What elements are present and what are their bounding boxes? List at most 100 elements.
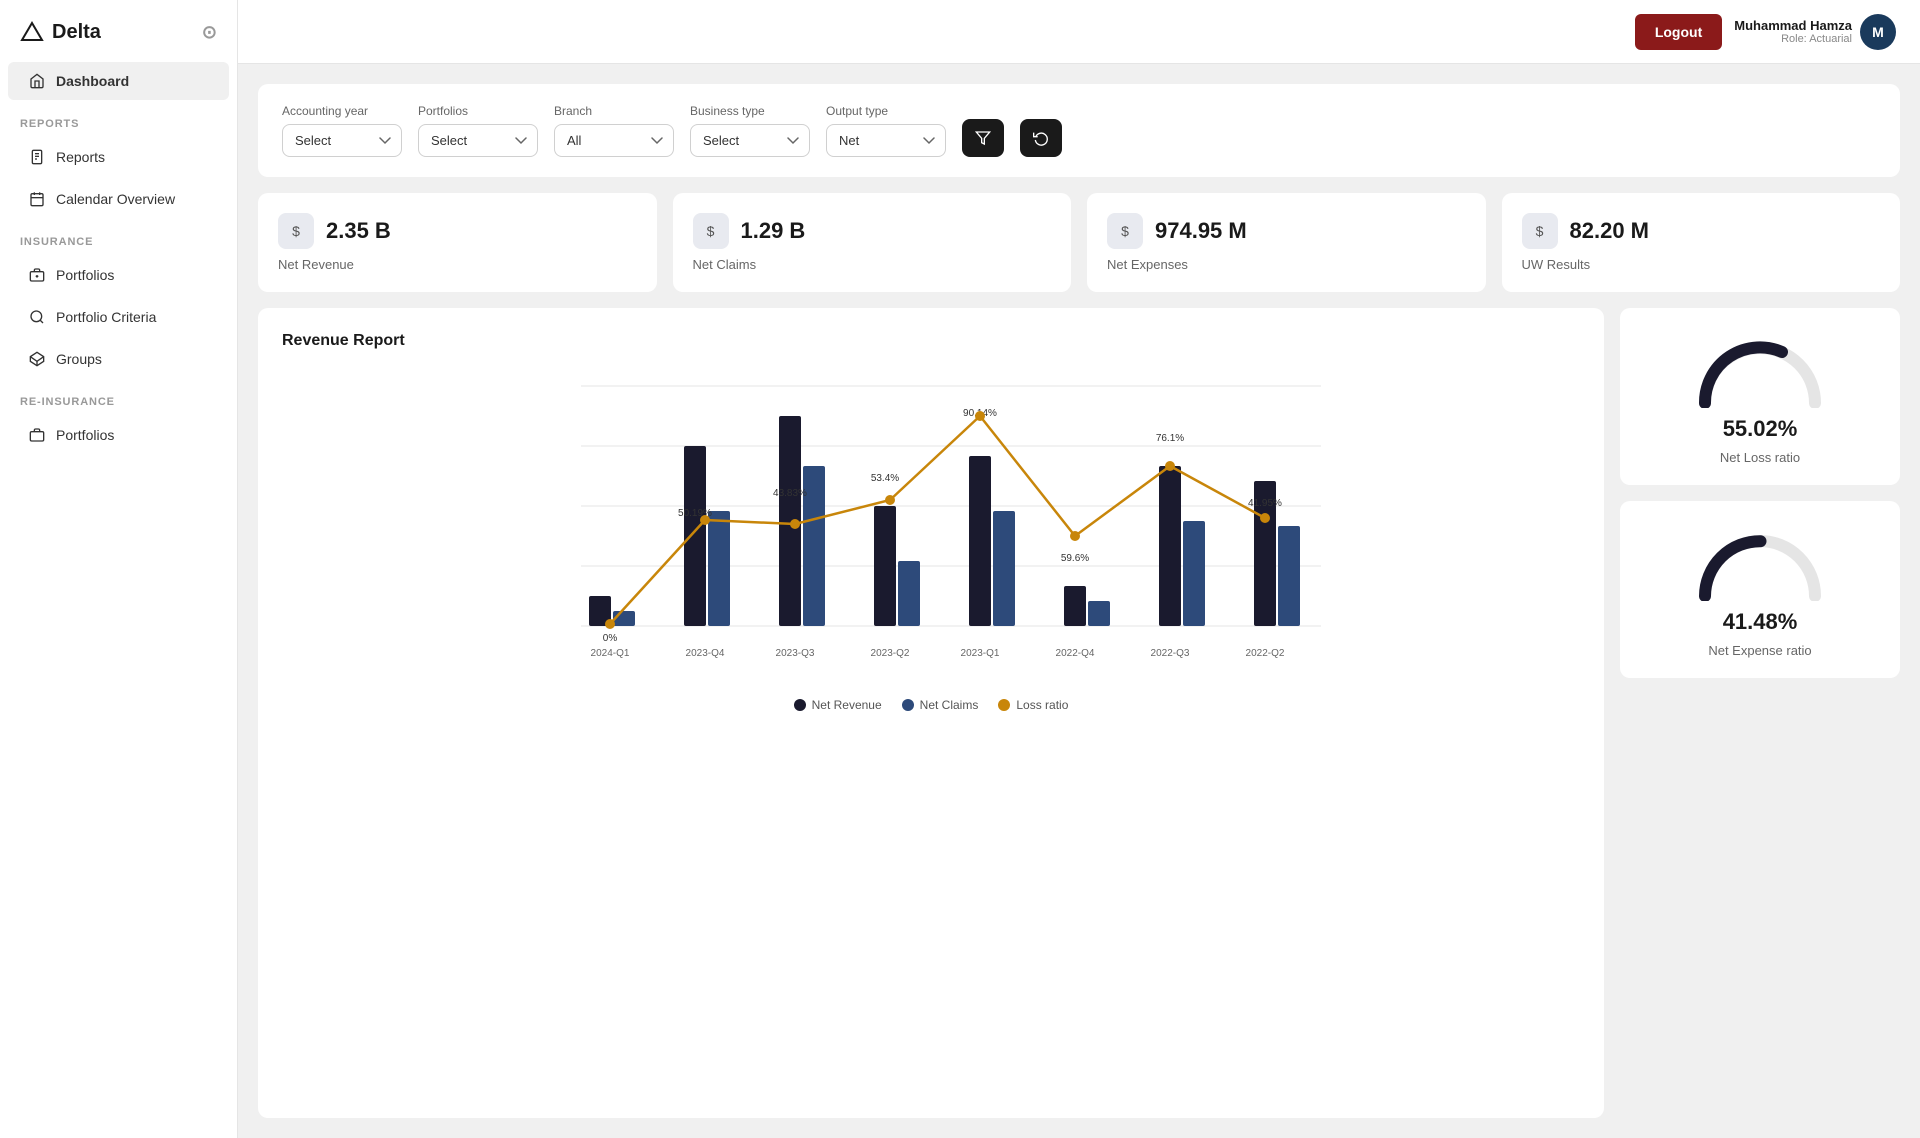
chart-area: 50.19% 43.83% 53.4% 90.14% bbox=[282, 366, 1580, 686]
home-icon bbox=[28, 72, 46, 90]
gauge-card-loss-ratio: 55.02% Net Loss ratio bbox=[1620, 308, 1900, 485]
legend-dot-loss-ratio bbox=[998, 699, 1010, 711]
svg-text:43.83%: 43.83% bbox=[773, 488, 807, 499]
portfolios-select[interactable]: Select bbox=[418, 124, 538, 157]
svg-text:2024-Q1: 2024-Q1 bbox=[591, 648, 630, 659]
legend-label-loss-ratio: Loss ratio bbox=[1016, 698, 1068, 712]
calendar-label: Calendar Overview bbox=[56, 191, 175, 207]
reports-label: Reports bbox=[56, 149, 105, 165]
chart-title: Revenue Report bbox=[282, 332, 1580, 350]
chart-legend: Net Revenue Net Claims Loss ratio bbox=[282, 698, 1580, 712]
gauge-card-expense-ratio: 41.48% Net Expense ratio bbox=[1620, 501, 1900, 678]
filter-output-type: Output type Net bbox=[826, 104, 946, 157]
header: Logout Muhammad Hamza Role: Actuarial M bbox=[238, 0, 1920, 64]
re-portfolios-icon bbox=[28, 426, 46, 444]
reports-icon bbox=[28, 148, 46, 166]
sidebar-section-reports: REPORTS bbox=[0, 102, 237, 136]
svg-text:2022-Q2: 2022-Q2 bbox=[1246, 648, 1285, 659]
content-area: Accounting year Select Portfolios Select… bbox=[238, 64, 1920, 1138]
filter-accounting-year: Accounting year Select bbox=[282, 104, 402, 157]
gauge-loss-ratio-container bbox=[1690, 328, 1830, 408]
settings-icon[interactable]: ⊙ bbox=[202, 22, 217, 43]
avatar: M bbox=[1860, 14, 1896, 50]
legend-label-net-claims: Net Claims bbox=[920, 698, 979, 712]
stat-label-1: Net Claims bbox=[693, 257, 1052, 272]
svg-text:53.4%: 53.4% bbox=[871, 473, 899, 484]
svg-text:76.1%: 76.1% bbox=[1156, 433, 1184, 444]
output-type-label: Output type bbox=[826, 104, 946, 118]
svg-text:2023-Q4: 2023-Q4 bbox=[686, 648, 725, 659]
stat-label-0: Net Revenue bbox=[278, 257, 637, 272]
reset-button[interactable] bbox=[1020, 119, 1062, 157]
bottom-row: Revenue Report bbox=[258, 308, 1900, 1118]
stat-value-0: 2.35 B bbox=[326, 218, 391, 244]
criteria-icon bbox=[28, 308, 46, 326]
triangle-logo-icon bbox=[20, 20, 44, 44]
filter-business-type: Business type Select bbox=[690, 104, 810, 157]
svg-text:2023-Q3: 2023-Q3 bbox=[776, 648, 815, 659]
sidebar-section-insurance: INSURANCE bbox=[0, 220, 237, 254]
svg-text:2022-Q4: 2022-Q4 bbox=[1056, 648, 1095, 659]
reset-icon bbox=[1033, 130, 1049, 146]
filter-branch: Branch All bbox=[554, 104, 674, 157]
accounting-year-select[interactable]: Select bbox=[282, 124, 402, 157]
gauge-label-loss-ratio: Net Loss ratio bbox=[1720, 450, 1800, 465]
sidebar-item-ins-portfolios[interactable]: Portfolios bbox=[8, 256, 229, 294]
user-info: Muhammad Hamza Role: Actuarial M bbox=[1734, 14, 1896, 50]
sidebar-section-reinsurance: RE-INSURANCE bbox=[0, 380, 237, 414]
gauge-expense-ratio-container bbox=[1690, 521, 1830, 601]
dollar-icon-1: $ bbox=[693, 213, 729, 249]
svg-text:41.95%: 41.95% bbox=[1248, 498, 1282, 509]
stat-label-2: Net Expenses bbox=[1107, 257, 1466, 272]
stat-value-3: 82.20 M bbox=[1570, 218, 1650, 244]
re-portfolios-label: Portfolios bbox=[56, 427, 114, 443]
sidebar-item-reports[interactable]: Reports bbox=[8, 138, 229, 176]
dollar-icon-0: $ bbox=[278, 213, 314, 249]
svg-text:2023-Q2: 2023-Q2 bbox=[871, 648, 910, 659]
gauge-value-expense-ratio: 41.48% bbox=[1723, 609, 1798, 635]
branch-label: Branch bbox=[554, 104, 674, 118]
business-type-label: Business type bbox=[690, 104, 810, 118]
revenue-chart-svg: 50.19% 43.83% 53.4% 90.14% bbox=[282, 366, 1580, 666]
filter-button[interactable] bbox=[962, 119, 1004, 157]
user-role: Role: Actuarial bbox=[1734, 33, 1852, 45]
business-type-select[interactable]: Select bbox=[690, 124, 810, 157]
sidebar: Delta ⊙ Dashboard REPORTS Reports Calend… bbox=[0, 0, 238, 1138]
gauge-svg-expense-ratio bbox=[1690, 521, 1830, 601]
svg-text:0%: 0% bbox=[603, 633, 618, 644]
sidebar-item-re-portfolios[interactable]: Portfolios bbox=[8, 416, 229, 454]
main-area: Logout Muhammad Hamza Role: Actuarial M … bbox=[238, 0, 1920, 1138]
legend-loss-ratio: Loss ratio bbox=[998, 698, 1068, 712]
sidebar-item-dashboard[interactable]: Dashboard bbox=[8, 62, 229, 100]
filter-portfolios: Portfolios Select bbox=[418, 104, 538, 157]
portfolios-label: Portfolios bbox=[418, 104, 538, 118]
gauge-value-loss-ratio: 55.02% bbox=[1723, 416, 1798, 442]
legend-dot-net-claims bbox=[902, 699, 914, 711]
groups-icon bbox=[28, 350, 46, 368]
branch-select[interactable]: All bbox=[554, 124, 674, 157]
gauge-cards: 55.02% Net Loss ratio 41.48% Net Ex bbox=[1620, 308, 1900, 1118]
stat-card-net-expenses: $ 974.95 M Net Expenses bbox=[1087, 193, 1486, 292]
stat-label-3: UW Results bbox=[1522, 257, 1881, 272]
stat-card-net-claims: $ 1.29 B Net Claims bbox=[673, 193, 1072, 292]
app-name: Delta bbox=[52, 21, 101, 44]
legend-net-revenue: Net Revenue bbox=[794, 698, 882, 712]
gauge-svg-loss-ratio bbox=[1690, 328, 1830, 408]
sidebar-item-calendar[interactable]: Calendar Overview bbox=[8, 180, 229, 218]
filters-bar: Accounting year Select Portfolios Select… bbox=[258, 84, 1900, 177]
dashboard-label: Dashboard bbox=[56, 73, 129, 89]
stat-card-uw-results: $ 82.20 M UW Results bbox=[1502, 193, 1901, 292]
legend-dot-net-revenue bbox=[794, 699, 806, 711]
sidebar-item-groups[interactable]: Groups bbox=[8, 340, 229, 378]
ins-portfolios-label: Portfolios bbox=[56, 267, 114, 283]
sidebar-item-criteria[interactable]: Portfolio Criteria bbox=[8, 298, 229, 336]
filter-icon bbox=[975, 130, 991, 146]
output-type-select[interactable]: Net bbox=[826, 124, 946, 157]
stat-value-2: 974.95 M bbox=[1155, 218, 1247, 244]
svg-text:2022-Q3: 2022-Q3 bbox=[1151, 648, 1190, 659]
legend-label-net-revenue: Net Revenue bbox=[812, 698, 882, 712]
dollar-icon-2: $ bbox=[1107, 213, 1143, 249]
logout-button[interactable]: Logout bbox=[1635, 14, 1722, 50]
groups-label: Groups bbox=[56, 351, 102, 367]
stat-value-1: 1.29 B bbox=[741, 218, 806, 244]
